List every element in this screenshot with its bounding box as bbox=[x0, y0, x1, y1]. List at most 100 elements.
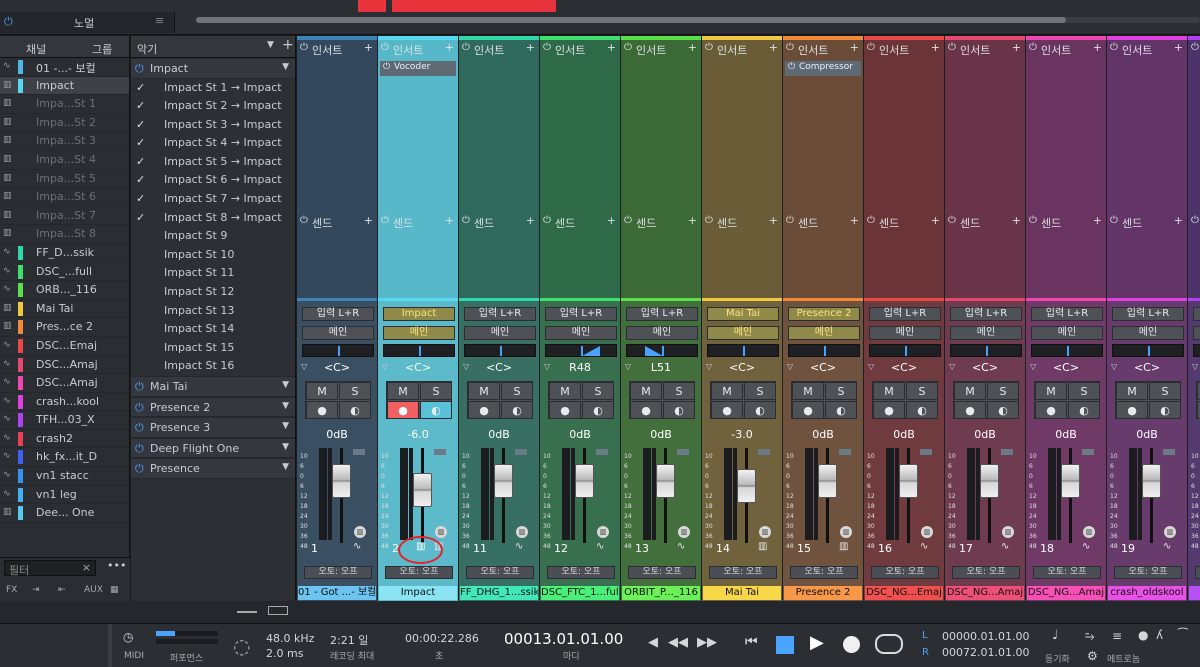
insert-header[interactable]: ⏻ 인서트 + bbox=[297, 40, 377, 58]
monitor-button[interactable]: ◐ bbox=[582, 401, 614, 419]
insert-slot[interactable]: ⏻ Vocoder bbox=[380, 61, 456, 76]
input-selector[interactable]: 입력 L+R bbox=[950, 307, 1022, 321]
send-header[interactable]: ⏻ 센드 + bbox=[1026, 212, 1106, 232]
input-monitor-icon[interactable]: ▥ bbox=[759, 526, 771, 538]
pan-value[interactable]: <C> bbox=[378, 361, 458, 374]
instrument-output-row[interactable]: ✓ Impact St 1 → Impact St 1 bbox=[131, 79, 295, 98]
instrument-output-row[interactable]: ✓ Impact St 7 → Impact St 7 bbox=[131, 190, 295, 209]
solo-button[interactable]: S bbox=[663, 382, 695, 400]
power-icon[interactable]: ⏻ bbox=[786, 42, 794, 53]
dropdown-icon[interactable]: ▼ bbox=[282, 462, 289, 472]
channel-row[interactable]: ▥ Pres...ce 2 bbox=[0, 318, 129, 337]
click-icon[interactable]: ʎ bbox=[1156, 628, 1163, 642]
pan-slider[interactable] bbox=[464, 344, 536, 357]
channel-name[interactable]: 01 - Got ...- 보컬 bbox=[298, 586, 376, 600]
pan-value[interactable]: <C> bbox=[1026, 361, 1106, 374]
output-selector[interactable]: 메인 bbox=[545, 326, 617, 340]
instrument-group[interactable]: ⏻ Presence 2 ▼ bbox=[131, 396, 295, 417]
volume-fader[interactable] bbox=[332, 463, 351, 498]
record-arm-button[interactable]: ● bbox=[873, 401, 905, 419]
add-insert-icon[interactable]: + bbox=[364, 41, 373, 54]
add-send-icon[interactable]: + bbox=[931, 214, 940, 227]
pan-slider[interactable] bbox=[1031, 344, 1103, 357]
insert-header[interactable]: ⏻ 인서트 + bbox=[1107, 40, 1187, 58]
input-monitor-icon[interactable]: ▥ bbox=[921, 526, 933, 538]
channel-row[interactable]: ∿ crash...kool bbox=[0, 393, 129, 412]
power-icon[interactable]: ⏻ bbox=[381, 215, 389, 226]
pan-value[interactable]: <C> bbox=[864, 361, 944, 374]
channel-name[interactable]: Presence 2 bbox=[784, 586, 862, 600]
channel-row[interactable]: ∿ 01 -...- 보컬 bbox=[0, 58, 129, 77]
solo-button[interactable]: S bbox=[906, 382, 938, 400]
pan-value[interactable]: <C> bbox=[459, 361, 539, 374]
power-icon[interactable]: ⏻ bbox=[135, 421, 144, 435]
mute-button[interactable]: M bbox=[1035, 382, 1067, 400]
pan-slider[interactable] bbox=[383, 344, 455, 357]
horizontal-scrollbar[interactable] bbox=[196, 17, 1200, 23]
volume-fader[interactable] bbox=[1061, 463, 1080, 498]
output-selector[interactable]: 메인 bbox=[1031, 326, 1103, 340]
channel-row[interactable]: ∿ DSC_...full bbox=[0, 263, 129, 282]
power-icon[interactable]: ⏻ bbox=[1191, 42, 1199, 53]
precount-icon[interactable]: ⥲ bbox=[1085, 629, 1095, 644]
power-icon[interactable]: ⏻ bbox=[462, 215, 470, 226]
pan-value[interactable]: R48 bbox=[540, 361, 620, 374]
instrument-output-row[interactable]: Impact St 16 bbox=[131, 357, 295, 376]
pan-slider[interactable] bbox=[302, 344, 374, 357]
record-arm-button[interactable]: ● bbox=[387, 401, 419, 419]
return-to-start-icon[interactable]: ◀ bbox=[648, 635, 658, 650]
send-header[interactable]: ⏻ 센드 + bbox=[702, 212, 782, 232]
channel-row[interactable]: ▥ Impa...St 3 bbox=[0, 132, 129, 151]
automation-mode[interactable]: 오토: 오프 bbox=[385, 566, 453, 579]
dropdown-icon[interactable]: ▼ bbox=[282, 442, 289, 452]
output-checkbox[interactable]: ✓ bbox=[136, 118, 147, 131]
power-icon[interactable]: ⏻ bbox=[1191, 215, 1199, 226]
add-send-icon[interactable]: + bbox=[526, 214, 535, 227]
channel-name[interactable]: Impact bbox=[379, 586, 457, 600]
input-selector[interactable]: 입력 L+R bbox=[1112, 307, 1184, 321]
power-icon[interactable]: ⏻ bbox=[381, 42, 389, 53]
instrument-output-row[interactable]: ✓ Impact St 5 → Impact St 5 bbox=[131, 153, 295, 172]
punch-icon[interactable]: ≡ bbox=[1112, 629, 1122, 643]
power-icon[interactable]: ⏻ bbox=[135, 62, 144, 76]
power-icon[interactable]: ⏻ bbox=[300, 215, 308, 226]
output-selector[interactable]: 메인 bbox=[707, 326, 779, 340]
solo-button[interactable]: S bbox=[1149, 382, 1181, 400]
output-checkbox[interactable] bbox=[136, 229, 147, 242]
dropdown-icon[interactable]: ▼ bbox=[267, 40, 274, 50]
pan-value[interactable]: <C> bbox=[702, 361, 782, 374]
pan-slider[interactable] bbox=[788, 344, 860, 357]
insert-slot[interactable]: ⏻ Compressor bbox=[785, 61, 861, 76]
output-selector[interactable]: 메인 bbox=[950, 326, 1022, 340]
output-checkbox[interactable]: ✓ bbox=[136, 99, 147, 112]
monitor-button[interactable]: ◐ bbox=[339, 401, 371, 419]
solo-button[interactable]: S bbox=[339, 382, 371, 400]
automation-mode[interactable]: 오토: 오프 bbox=[871, 566, 939, 579]
loop-icon[interactable] bbox=[875, 634, 903, 654]
volume-value[interactable]: 0dB bbox=[459, 428, 539, 441]
pan-slider[interactable] bbox=[707, 344, 779, 357]
insert-header[interactable]: ⏻ 인서트 + bbox=[621, 40, 701, 58]
channel-row[interactable]: ∿ FF_D...ssik bbox=[0, 244, 129, 263]
instrument-group[interactable]: ⏻ Mai Tai ▼ bbox=[131, 376, 295, 397]
add-send-icon[interactable]: + bbox=[1093, 214, 1102, 227]
mute-button[interactable]: M bbox=[306, 382, 338, 400]
pan-value[interactable]: L51 bbox=[621, 361, 701, 374]
mute-button[interactable]: M bbox=[1116, 382, 1148, 400]
pan-slider[interactable] bbox=[1112, 344, 1184, 357]
add-insert-icon[interactable]: + bbox=[445, 41, 454, 54]
record-arm-button[interactable]: ● bbox=[954, 401, 986, 419]
pan-slider[interactable] bbox=[950, 344, 1022, 357]
more-options-icon[interactable]: ••• bbox=[107, 559, 126, 572]
record-arm-button[interactable]: ● bbox=[468, 401, 500, 419]
monitor-button[interactable]: ◐ bbox=[1068, 401, 1100, 419]
volume-value[interactable]: 0dB bbox=[1188, 428, 1200, 441]
input-selector[interactable]: 입력 L+R bbox=[869, 307, 941, 321]
input-monitor-icon[interactable]: ▥ bbox=[678, 526, 690, 538]
channel-row[interactable]: ∿ vn1 leg bbox=[0, 486, 129, 505]
send-header[interactable]: ⏻ 센드 + bbox=[297, 212, 377, 232]
volume-value[interactable]: -3.0 bbox=[702, 428, 782, 441]
rewind-icon[interactable]: ◀◀ bbox=[668, 635, 688, 650]
monitor-button[interactable]: ◐ bbox=[1149, 401, 1181, 419]
bars-unit[interactable]: 마디 bbox=[563, 649, 580, 662]
